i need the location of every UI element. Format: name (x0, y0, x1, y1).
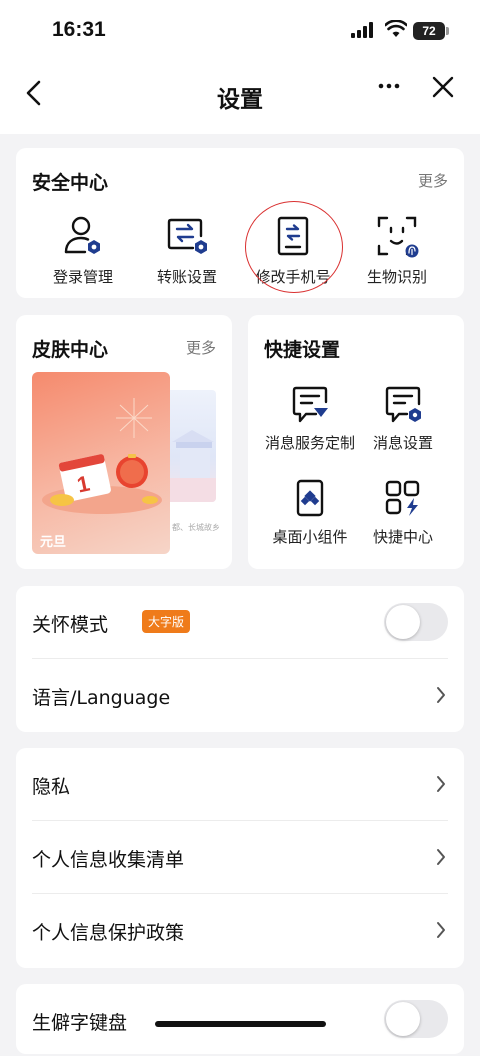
chevron-right-icon (437, 849, 445, 865)
login-management-label: 登录管理 (52, 268, 113, 286)
message-gear-icon (385, 386, 421, 423)
more-options-icon[interactable] (374, 74, 404, 98)
nav-bar: 设置 (0, 60, 480, 134)
biometric-label: 生物识别 (366, 268, 427, 286)
new-year-illustration: 1 (42, 398, 162, 514)
rare-char-keyboard-label: 生僻字键盘 (32, 1012, 128, 1034)
shortcut-settings-title: 快捷设置 (264, 339, 341, 361)
message-settings-label: 消息设置 (372, 434, 433, 452)
large-font-badge: 大字版 (142, 610, 191, 633)
wifi-icon (385, 20, 407, 37)
skin-theme2-caption: 都、长城故乡 (172, 523, 220, 532)
transfer-settings-button[interactable]: 转账设置 (132, 214, 242, 287)
battery-icon: 72 (413, 22, 445, 40)
face-fingerprint-icon (377, 216, 419, 258)
chevron-right-icon (437, 687, 445, 703)
message-custom-icon (292, 386, 328, 423)
transfer-gear-icon (167, 218, 207, 254)
care-mode-label: 关怀模式 (32, 614, 109, 636)
personal-info-list-row[interactable]: 个人信息收集清单 (16, 821, 464, 893)
chevron-right-icon (437, 776, 445, 792)
toggle-knob (386, 1002, 420, 1036)
personal-info-policy-row[interactable]: 个人信息保护政策 (16, 894, 464, 966)
user-gear-icon (64, 216, 100, 254)
temple-illustration (166, 430, 216, 502)
status-bar: 16:31 72 (0, 0, 480, 60)
skin-theme-label: 元旦 (40, 535, 67, 550)
quick-center-button[interactable]: 快捷中心 (348, 478, 458, 547)
highlight-circle (245, 201, 343, 293)
message-settings-button[interactable]: 消息设置 (348, 384, 458, 453)
status-time: 16:31 (52, 18, 106, 41)
skin-theme-thumbnail-2[interactable] (166, 390, 216, 502)
security-more-link[interactable]: 更多 (418, 170, 448, 191)
chevron-right-icon (437, 922, 445, 938)
personal-info-list-label: 个人信息收集清单 (32, 849, 185, 871)
signal-icon (351, 22, 373, 38)
rare-char-keyboard-row: 生僻字键盘 (16, 984, 464, 1056)
skin-more-link[interactable]: 更多 (186, 337, 216, 358)
toggle-knob (386, 605, 420, 639)
language-row[interactable]: 语言/Language (16, 659, 464, 731)
battery-cap (446, 27, 449, 35)
skin-center-title: 皮肤中心 (32, 339, 109, 361)
rare-char-keyboard-toggle[interactable] (384, 1000, 448, 1038)
battery-level: 72 (422, 24, 436, 38)
login-management-button[interactable]: 登录管理 (28, 214, 138, 287)
phone-widget-icon (296, 479, 324, 517)
grid-bolt-icon (385, 480, 420, 516)
privacy-row[interactable]: 隐私 (16, 748, 464, 820)
home-indicator (155, 1021, 326, 1027)
transfer-settings-label: 转账设置 (156, 268, 217, 286)
page-title: 设置 (217, 87, 263, 113)
security-center-title: 安全中心 (32, 172, 109, 194)
language-label: 语言/Language (32, 687, 171, 709)
care-mode-toggle[interactable] (384, 603, 448, 641)
skin-theme-thumbnail[interactable]: 1 (32, 372, 170, 554)
personal-info-policy-label: 个人信息保护政策 (32, 922, 185, 944)
close-icon[interactable] (430, 74, 456, 100)
quick-center-label: 快捷中心 (372, 528, 433, 546)
care-mode-row: 关怀模式 大字版 (16, 586, 464, 658)
biometric-button[interactable]: 生物识别 (342, 214, 452, 287)
privacy-label: 隐私 (32, 776, 71, 798)
